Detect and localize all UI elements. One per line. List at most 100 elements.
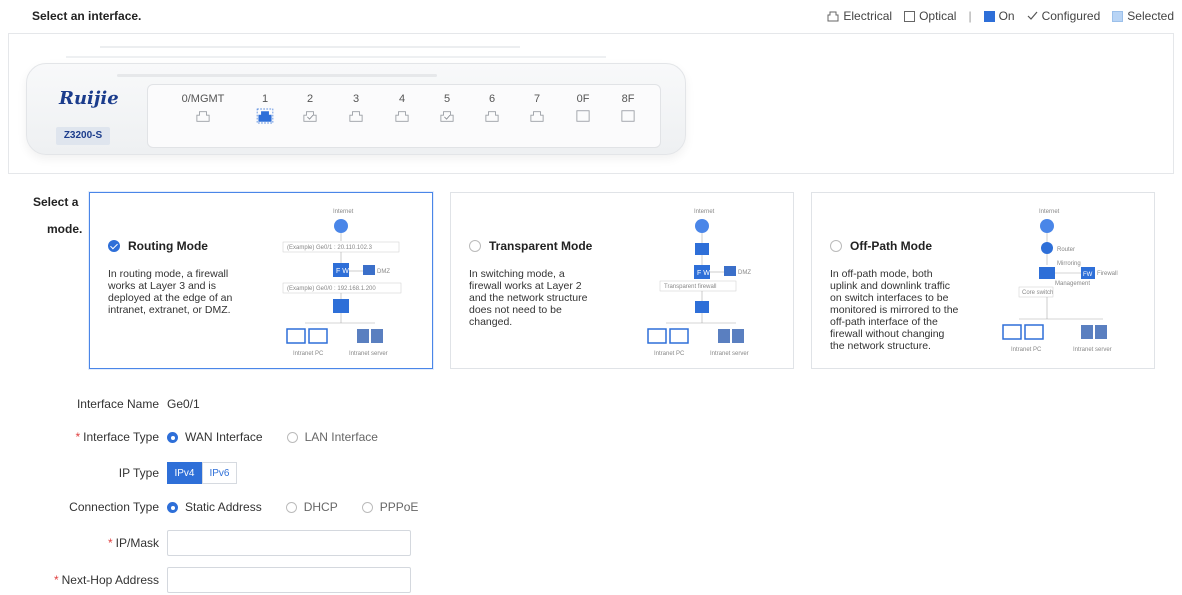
router-icon — [1041, 242, 1053, 254]
legend-electrical: Electrical — [827, 9, 892, 23]
pc-icon-2 — [1024, 324, 1044, 340]
next-hop-input[interactable] — [167, 567, 411, 593]
server-icon-2 — [1095, 325, 1107, 339]
mode-section-label: Select a — [33, 195, 79, 209]
switch-icon — [695, 301, 709, 313]
required-mark: * — [53, 573, 59, 587]
port-label: 5 — [443, 93, 451, 105]
lan-radio-icon[interactable] — [286, 431, 298, 443]
wan-option-label: WAN Interface — [185, 430, 263, 444]
interface-name-value: Ge0/1 — [167, 397, 200, 411]
wan-interface-option[interactable]: WAN Interface — [167, 430, 263, 444]
diagram-router-label: Router — [1057, 247, 1075, 253]
ipv4-button[interactable]: IPv4 — [167, 462, 202, 484]
electrical-port-icon — [529, 109, 545, 123]
next-hop-row: * Next-Hop Address — [0, 567, 1182, 593]
port-4[interactable]: 4 — [380, 93, 424, 123]
port-label: 4 — [398, 93, 406, 105]
diagram-dmz-label: DMZ — [738, 270, 751, 276]
diagram-firewall-label: Firewall — [1097, 271, 1118, 277]
legend-configured-label: Configured — [1041, 9, 1101, 23]
ip-type-toggle: IPv4 IPv6 — [167, 462, 237, 484]
port-label: 8F — [621, 93, 635, 105]
mode-description: In switching mode, a firewall works at L… — [469, 268, 588, 328]
mode-card-off-path[interactable]: Off-Path Mode In off-path mode, both upl… — [811, 192, 1155, 369]
ip-type-row: IP Type IPv4 IPv6 — [0, 461, 1182, 485]
ip-mask-row: * IP/Mask — [0, 530, 1182, 556]
mode-description: In off-path mode, both uplink and downli… — [830, 268, 959, 352]
port-label: 0/MGMT — [181, 93, 225, 105]
ip-type-label: IP Type — [118, 466, 159, 480]
port-label: 6 — [488, 93, 496, 105]
diagram-internet-label: Internet — [694, 209, 715, 215]
globe-icon — [1040, 219, 1054, 233]
diagram-example-1: (Example) Ge0/1 : 20.110.102.3 — [287, 245, 373, 251]
legend-selected: Selected — [1112, 9, 1174, 23]
pppoe-radio-icon[interactable] — [361, 501, 373, 513]
interface-type-row: * Interface Type WAN Interface LAN Interf… — [0, 427, 1182, 447]
diagram-fw-label: Transparent firewall — [664, 284, 716, 290]
mode-card-transparent[interactable]: Transparent Mode In switching mode, a fi… — [450, 192, 794, 369]
svg-text:F W: F W — [336, 268, 349, 275]
dhcp-option[interactable]: DHCP — [285, 500, 338, 514]
electrical-port-icon — [256, 108, 274, 124]
ipv6-button[interactable]: IPv6 — [202, 462, 237, 484]
diagram-dmz-label: DMZ — [377, 269, 390, 275]
legend-configured: Configured — [1027, 9, 1101, 23]
mode-card-routing[interactable]: Routing Mode In routing mode, a firewall… — [89, 192, 433, 369]
static-address-option[interactable]: Static Address — [167, 500, 262, 514]
port-label: 1 — [261, 93, 269, 105]
pc-icon — [286, 328, 306, 344]
page-title: Select an interface. — [32, 9, 142, 23]
pppoe-option-label: PPPoE — [379, 500, 419, 514]
dhcp-radio-icon[interactable] — [285, 501, 297, 513]
transparent-diagram: Internet F W DMZ Transparent firewall In… — [647, 209, 751, 357]
legend-optical-label: Optical — [919, 9, 957, 23]
port-0-mgmt[interactable]: 0/MGMT — [181, 93, 225, 123]
diagram-mirroring-label: Mirroring — [1057, 261, 1081, 267]
server-icon-2 — [732, 329, 744, 343]
port-6[interactable]: 6 — [470, 93, 514, 123]
port-3[interactable]: 3 — [334, 93, 378, 123]
diagram-pc-label: Intranet PC — [654, 351, 685, 357]
port-8f[interactable]: 8F — [606, 93, 650, 123]
interface-name-label: Interface Name — [76, 397, 159, 411]
required-mark: * — [75, 430, 81, 444]
device-edge — [100, 46, 520, 48]
port-0f[interactable]: 0F — [561, 93, 605, 123]
legend-on: On — [983, 9, 1015, 23]
port-1[interactable]: 1 — [243, 93, 287, 124]
port-2[interactable]: 2 — [288, 93, 332, 123]
diagram-server-label: Intranet server — [1073, 347, 1112, 353]
port-label: 2 — [306, 93, 314, 105]
brand-logo: Ruijie — [59, 88, 119, 109]
lan-interface-option[interactable]: LAN Interface — [286, 430, 378, 444]
dhcp-option-label: DHCP — [303, 500, 338, 514]
electrical-port-icon — [195, 109, 211, 123]
legend-electrical-label: Electrical — [843, 9, 893, 23]
next-hop-label: * Next-Hop Address — [54, 573, 159, 587]
off-path-radio-icon[interactable] — [830, 240, 842, 252]
static-radio-icon[interactable] — [167, 501, 178, 513]
diagram-example-2: (Example) Ge0/0 : 192.168.1.200 — [287, 286, 376, 292]
globe-icon — [695, 219, 709, 233]
connection-type-label: Connection Type — [69, 500, 159, 514]
electrical-port-icon — [348, 109, 364, 123]
legend-selected-label: Selected — [1127, 9, 1174, 23]
check-icon — [1027, 11, 1038, 20]
pppoe-option[interactable]: PPPoE — [361, 500, 419, 514]
pc-icon — [647, 328, 667, 344]
connection-type-row: Connection Type Static Address DHCP PPPo… — [0, 497, 1182, 517]
port-label: 7 — [533, 93, 541, 105]
port-5[interactable]: 5 — [425, 93, 469, 123]
svg-text:F W: F W — [697, 270, 710, 277]
routing-radio-icon[interactable] — [108, 240, 120, 252]
port-7[interactable]: 7 — [515, 93, 559, 123]
dmz-icon — [724, 266, 736, 276]
transparent-radio-icon[interactable] — [469, 240, 481, 252]
ip-mask-input[interactable] — [167, 530, 411, 556]
mode-title: Routing Mode — [128, 239, 208, 253]
diagram-server-label: Intranet server — [349, 351, 388, 357]
pc-icon — [1002, 324, 1022, 340]
wan-radio-icon[interactable] — [167, 431, 178, 443]
